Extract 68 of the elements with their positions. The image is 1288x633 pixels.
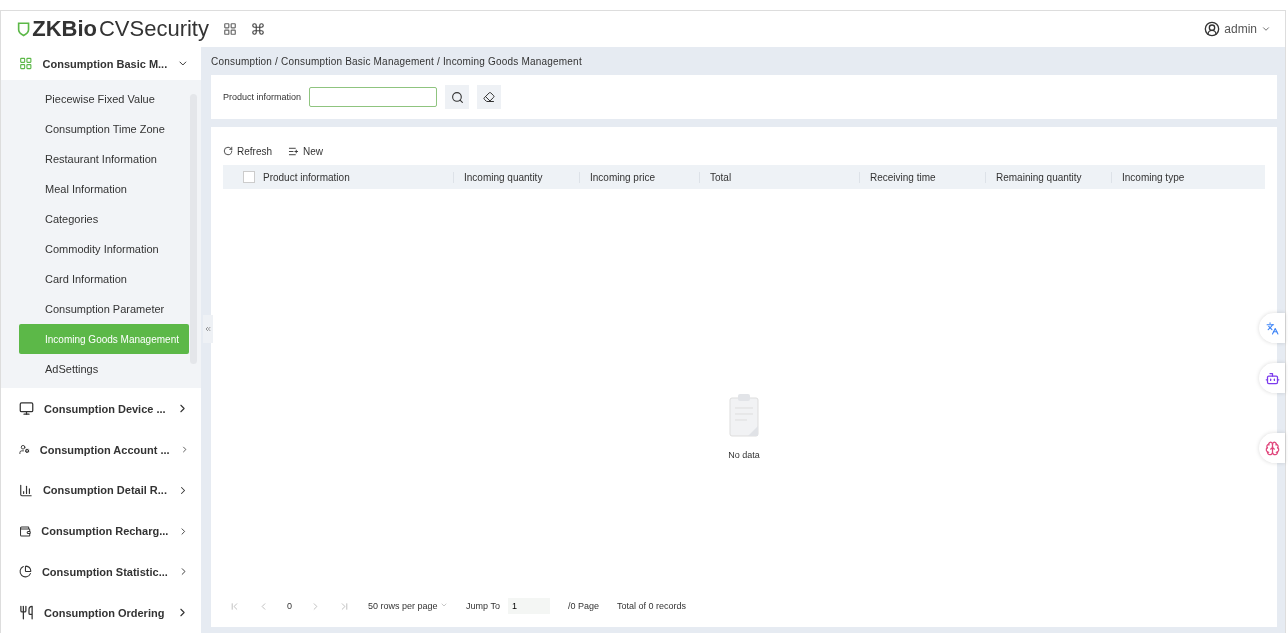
monitor-icon: [19, 401, 34, 417]
pie-chart-icon: [19, 564, 32, 580]
clear-button[interactable]: [477, 85, 502, 109]
first-page-icon: [229, 600, 240, 612]
column-header: Total: [699, 171, 859, 183]
sidebar-group[interactable]: Consumption Recharg...: [1, 510, 201, 552]
logo: ZKBioCVSecurity: [17, 16, 209, 42]
search-icon: [450, 90, 464, 104]
product-information-input[interactable]: [309, 87, 438, 107]
sidebar-group[interactable]: Consumption Statistic...: [1, 551, 201, 593]
caret-icon: [440, 601, 449, 609]
breadcrumb: Consumption / Consumption Basic Management / Incoming Goods Management: [211, 54, 583, 69]
first-page-button[interactable]: [229, 600, 240, 612]
bar-chart-icon: [19, 482, 33, 498]
wallet-icon: [19, 523, 32, 539]
sidebar-item[interactable]: Consumption Time Zone: [19, 114, 189, 145]
last-page-icon: [339, 600, 350, 612]
chevron-down-icon: [1261, 24, 1271, 34]
user-name: admin: [1224, 22, 1257, 36]
sidebar-group[interactable]: Consumption Detail R...: [1, 469, 201, 511]
command-icon[interactable]: [251, 22, 265, 36]
page-size-dropdown[interactable]: 50 rows per page: [368, 601, 449, 611]
eraser-icon: [483, 91, 496, 103]
empty-clipboard-icon: [728, 392, 760, 440]
column-header: Remaining quantity: [985, 171, 1111, 183]
sidebar-item[interactable]: AdSettings: [19, 354, 189, 385]
column-header: Receiving time: [859, 171, 985, 183]
last-page-button[interactable]: [339, 600, 350, 612]
translate-icon: [1265, 321, 1279, 335]
column-header: Incoming quantity: [453, 171, 579, 183]
robot-icon: [1264, 370, 1280, 386]
column-header: Product information: [262, 171, 351, 183]
refresh-button[interactable]: Refresh: [223, 145, 272, 157]
search-button[interactable]: [445, 85, 470, 109]
refresh-icon: [223, 146, 233, 156]
user-menu[interactable]: admin: [1204, 21, 1271, 37]
current-page: 0: [287, 601, 292, 611]
select-all-checkbox[interactable]: [243, 171, 255, 183]
column-header: Incoming type: [1111, 171, 1265, 183]
sidebar-group[interactable]: Consumption Ordering: [1, 592, 201, 633]
collapse-sidebar-button[interactable]: [203, 315, 213, 343]
sidebar-item[interactable]: Categories: [19, 204, 189, 235]
sidebar-item[interactable]: Card Information: [19, 264, 189, 295]
filter-label: Product information: [223, 92, 302, 102]
fork-knife-icon: [19, 605, 34, 621]
list-plus-icon: [288, 145, 299, 157]
sidebar-item[interactable]: Piecewise Fixed Value: [19, 84, 189, 115]
sidebar-group[interactable]: Consumption Basic M...: [1, 47, 201, 81]
column-header: Incoming price: [579, 171, 699, 183]
new-button[interactable]: New: [288, 145, 324, 157]
sidebar-group[interactable]: Consumption Device ...: [1, 388, 201, 430]
grid-icon: [19, 56, 33, 72]
apps-grid-icon[interactable]: [223, 22, 237, 36]
user-icon: [1204, 21, 1221, 37]
scrollbar[interactable]: [190, 94, 197, 365]
sidebar-item[interactable]: Commodity Information: [19, 234, 189, 265]
jump-input[interactable]: 1: [507, 598, 550, 614]
empty-text: No data: [728, 450, 760, 460]
sidebar-item[interactable]: Meal Information: [19, 174, 189, 205]
sidebar-item[interactable]: Consumption Parameter: [19, 294, 189, 325]
jump-label: Jump To: [466, 601, 500, 611]
sidebar-group[interactable]: Consumption Account ...: [1, 429, 201, 470]
shield-icon: [17, 20, 31, 38]
sidebar-item[interactable]: Restaurant Information: [19, 144, 189, 175]
double-chevron-left-icon: [204, 325, 212, 333]
record-total: Total of 0 records: [616, 601, 686, 611]
brain-icon: [1264, 440, 1280, 456]
page-count: /0 Page: [567, 601, 599, 611]
